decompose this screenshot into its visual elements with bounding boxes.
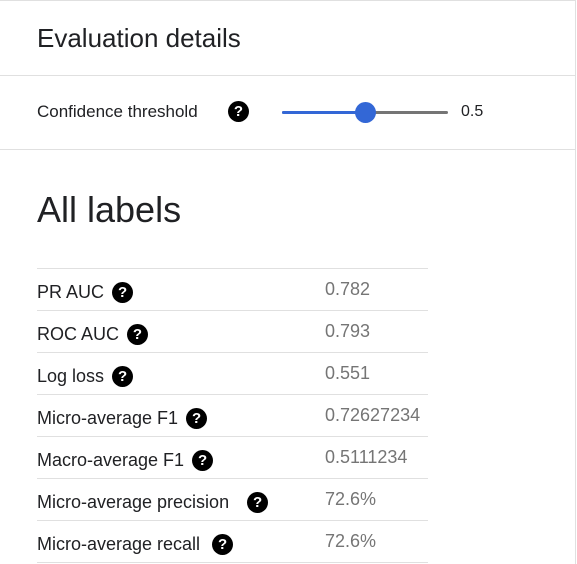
- metric-label: Micro-average F1?: [37, 408, 208, 429]
- metrics-table: PR AUC? 0.782 ROC AUC? 0.793 Log loss? 0.551 M…: [37, 268, 428, 563]
- panel-title: Evaluation details: [37, 23, 241, 53]
- slider-thumb[interactable]: [355, 102, 376, 123]
- metric-label-text: Micro-average F1: [37, 408, 179, 428]
- metric-value: 72.6%: [325, 531, 377, 551]
- help-icon[interactable]: ?: [247, 492, 269, 513]
- help-icon[interactable]: ?: [127, 324, 149, 345]
- metric-label: Macro-average F1?: [37, 450, 214, 471]
- metric-label: PR AUC?: [37, 282, 134, 303]
- metric-label: Micro-average precision?: [37, 492, 269, 513]
- metric-label-text: Macro-average F1: [37, 450, 185, 470]
- metric-row: Log loss? 0.551: [37, 353, 428, 395]
- metric-label-text: Micro-average recall: [37, 534, 201, 554]
- metric-label: Micro-average recall?: [37, 534, 234, 555]
- metric-value: 0.551: [325, 363, 371, 383]
- slider-fill: [282, 111, 365, 114]
- help-icon[interactable]: ?: [212, 534, 234, 555]
- help-icon[interactable]: ?: [186, 408, 208, 429]
- metric-label-text: PR AUC: [37, 282, 105, 302]
- panel-header: Evaluation details: [0, 1, 576, 76]
- metric-label-text: ROC AUC: [37, 324, 120, 344]
- metric-value: 0.72627234: [325, 405, 421, 425]
- metric-label-text: Log loss: [37, 366, 105, 386]
- metric-label: Log loss?: [37, 366, 134, 387]
- metric-row: PR AUC? 0.782: [37, 269, 428, 311]
- section-title: All labels: [37, 189, 182, 230]
- metric-row: ROC AUC? 0.793: [37, 311, 428, 353]
- metric-row: Micro-average recall? 72.6%: [37, 521, 428, 563]
- metric-row: Macro-average F1? 0.5111234: [37, 437, 428, 479]
- metric-value: 0.782: [325, 279, 371, 299]
- metric-value: 72.6%: [325, 489, 377, 509]
- metric-value: 0.5111234: [325, 447, 408, 467]
- metric-row: Micro-average precision? 72.6%: [37, 479, 428, 521]
- help-icon[interactable]: ?: [112, 282, 134, 303]
- help-icon[interactable]: ?: [112, 366, 134, 387]
- metric-label-text: Micro-average precision: [37, 492, 230, 512]
- help-icon[interactable]: ?: [228, 101, 249, 122]
- confidence-threshold-value: 0.5: [461, 103, 484, 120]
- metric-label: ROC AUC?: [37, 324, 149, 345]
- confidence-threshold-slider[interactable]: [282, 102, 448, 123]
- metric-row: Micro-average F1? 0.72627234: [37, 395, 428, 437]
- help-icon[interactable]: ?: [192, 450, 214, 471]
- confidence-threshold-row: Confidence threshold ? 0.5: [0, 76, 576, 150]
- confidence-threshold-label: Confidence threshold: [37, 102, 198, 121]
- metric-value: 0.793: [325, 321, 371, 341]
- evaluation-panel: Evaluation details Confidence threshold …: [0, 0, 576, 564]
